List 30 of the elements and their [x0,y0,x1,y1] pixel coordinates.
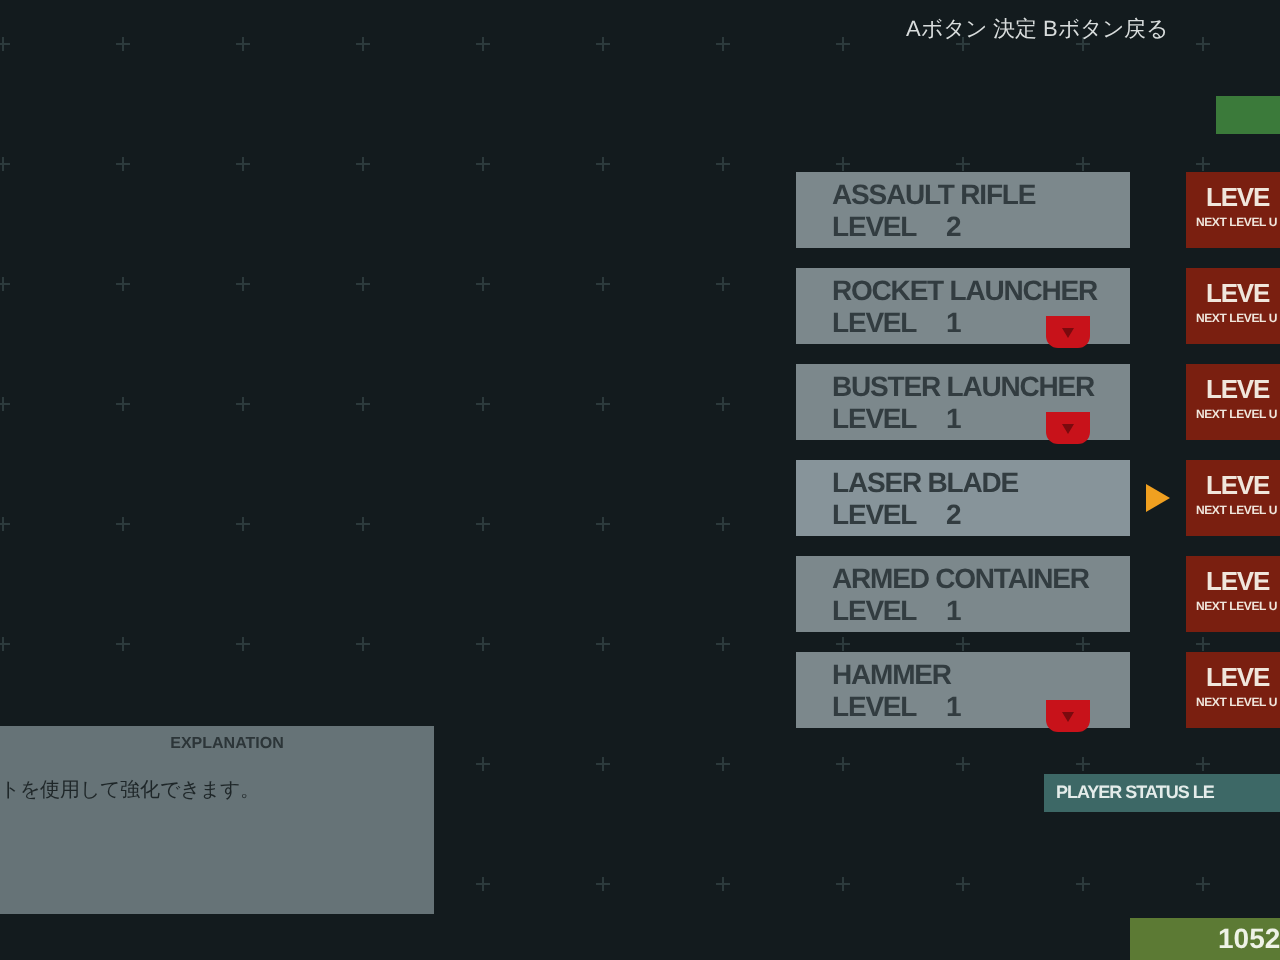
panel-title: LEVE [1204,660,1270,696]
level-label: LEVEL [832,402,919,434]
level-value: 2 [946,210,961,242]
weapon-name: LASER BLADE [832,466,1020,498]
panel-title: LEVE [1204,468,1270,504]
panel-title: LEVE [1204,564,1270,600]
explanation-title: EXPLANATION [168,734,284,752]
level-label: LEVEL [832,306,919,338]
panel-title: LEVE [1204,180,1270,216]
explanation-text: トを使用して強化できます。 [0,778,262,804]
level-label: LEVEL [832,690,919,722]
weapon-name: ASSAULT RIFLE [832,178,1038,210]
panel-title: LEVE [1204,372,1270,408]
level-value: 1 [946,306,961,338]
level-label: LEVEL [832,594,919,626]
level-value: 2 [946,498,961,530]
player-status-bar: PLAYER STATUS LE [1044,774,1280,812]
weapon-name: ROCKET LAUNCHER [832,274,1100,306]
level-label: LEVEL [832,498,919,530]
panel-title: LEVE [1204,276,1270,312]
points-counter: 1052 [1130,918,1280,960]
weapon-name: HAMMER [832,658,953,690]
button-hint: Aボタン 決定 Bボタン戻る [906,15,1168,44]
weapon-card[interactable]: LASER BLADE LEVEL 2 [796,460,1130,536]
level-value: 1 [946,594,961,626]
weapon-name: BUSTER LAUNCHER [832,370,1097,402]
level-label: LEVEL [832,210,919,242]
level-value: 1 [946,402,961,434]
level-value: 1 [946,690,961,722]
weapon-name: ARMED CONTAINER [832,562,1091,594]
